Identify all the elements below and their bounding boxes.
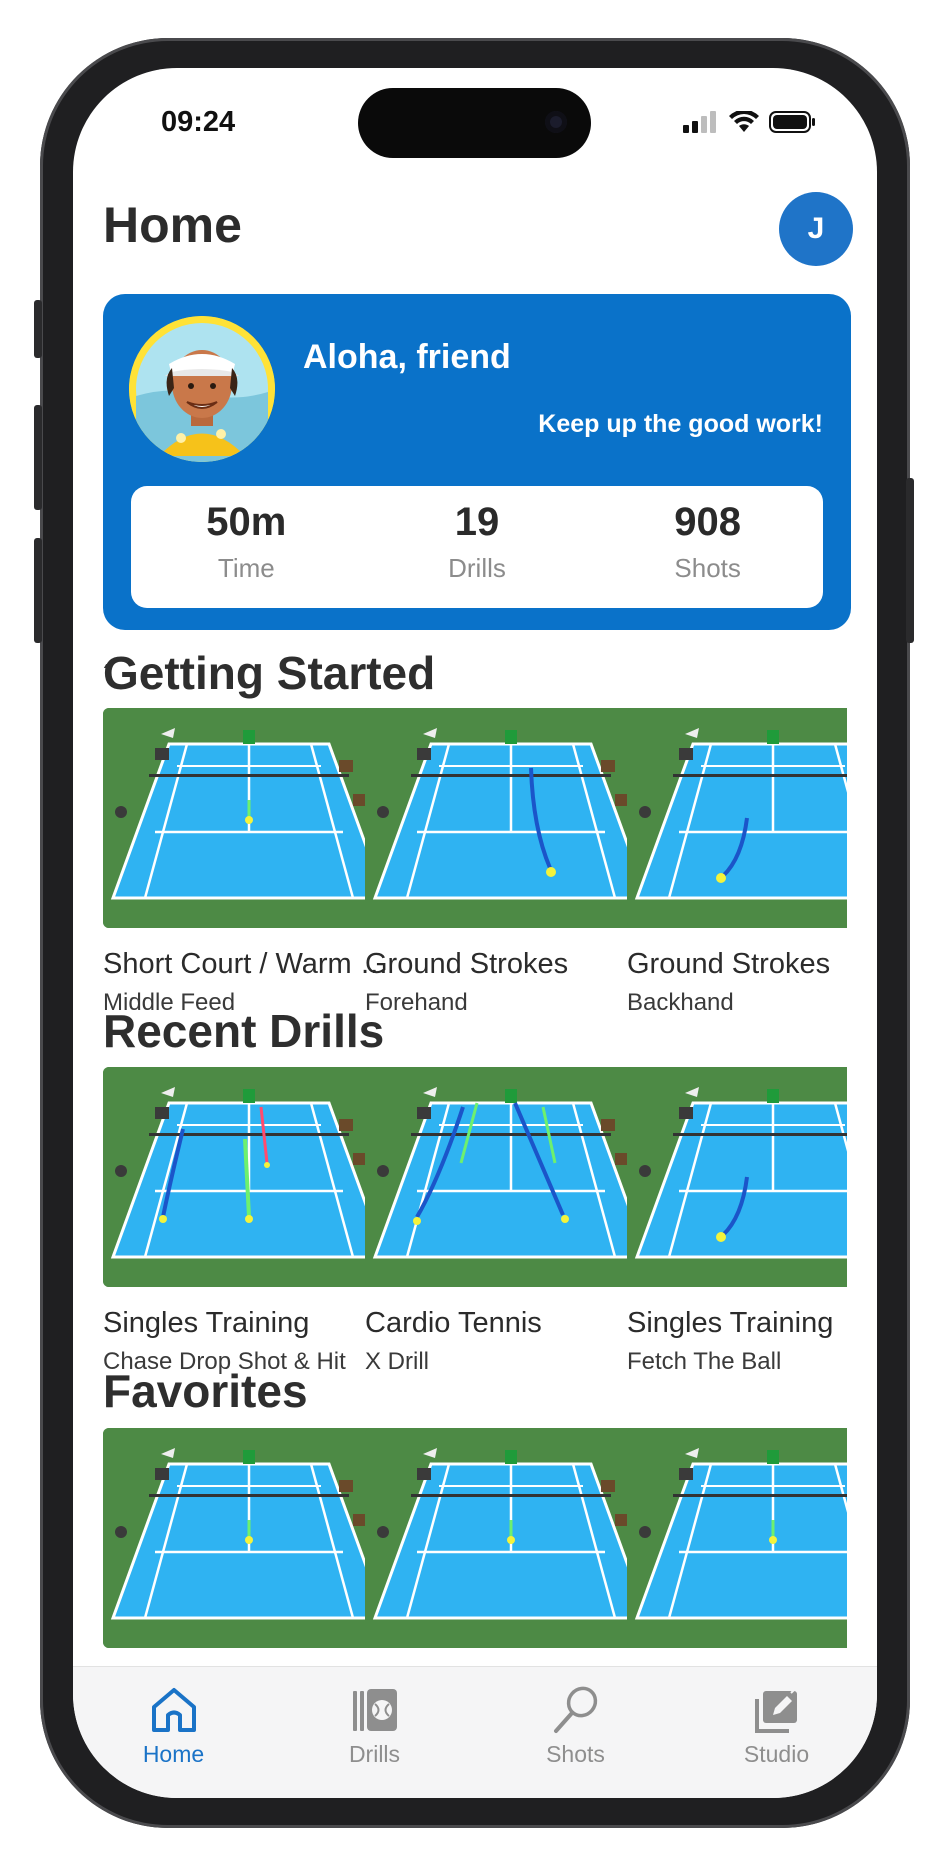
section-title-favorites: Favorites: [103, 1365, 308, 1417]
drill-title: Cardio Tennis: [365, 1307, 542, 1339]
dynamic-island: [358, 88, 591, 158]
stat-time: 50m Time: [131, 486, 362, 608]
drill-thumbnail: [627, 1428, 847, 1648]
drill-thumbnail: [103, 1428, 395, 1648]
drill-card[interactable]: [103, 1428, 395, 1648]
stat-drills: 19 Drills: [362, 486, 593, 608]
drill-title: Ground Strokes: [627, 948, 831, 980]
drill-thumbnail: [365, 1428, 657, 1648]
drill-card[interactable]: Ground Strokes Forehand: [365, 708, 657, 1017]
drill-title: Ground Strokes: [365, 948, 569, 980]
drill-subtitle: Backhand: [627, 989, 734, 1016]
coach-avatar-image: [129, 316, 275, 462]
drill-subtitle: X Drill: [365, 1348, 429, 1375]
drill-title: Singles Training: [103, 1307, 310, 1339]
tab-label: Shots: [546, 1741, 605, 1767]
camera-icon: [545, 111, 567, 133]
drill-card[interactable]: Singles Training Chase Drop Shot & Hit: [103, 1067, 395, 1376]
tab-studio[interactable]: Studio: [676, 1667, 877, 1798]
encouragement-text: Keep up the good work!: [538, 410, 823, 438]
tab-bar: Home Drills Shots Studio: [73, 1666, 877, 1798]
welcome-card: Aloha, friend Keep up the good work! 50m…: [103, 294, 851, 630]
drill-card[interactable]: [365, 1428, 657, 1648]
getting-started-row[interactable]: Short Court / Warm Up Middle Feed Ground…: [103, 708, 847, 1038]
drill-title: Short Court / Warm Up: [103, 948, 395, 980]
drill-thumbnail: [103, 1067, 395, 1287]
drill-thumbnail: [627, 708, 847, 928]
stat-value: 50m: [206, 500, 287, 544]
mute-switch: [34, 300, 42, 358]
screen: 09:24 Home J Aloha, friend Keep up the g…: [73, 68, 877, 1798]
volume-up-button: [34, 405, 42, 510]
stats-panel: 50m Time 19 Drills 908 Shots: [131, 486, 823, 608]
drill-thumbnail: [103, 708, 395, 928]
drill-thumbnail: [365, 708, 657, 928]
stat-shots: 908 Shots: [592, 486, 823, 608]
tab-label: Drills: [348, 1741, 401, 1767]
status-time: 09:24: [161, 106, 236, 138]
drill-subtitle: Forehand: [365, 989, 468, 1016]
studio-icon: [754, 1688, 797, 1733]
drill-card[interactable]: Ground Strokes Backhand: [627, 708, 847, 1017]
drill-thumbnail: [365, 1067, 657, 1287]
stat-label: Shots: [674, 553, 741, 583]
drill-card[interactable]: Singles Training Fetch The Ball: [627, 1067, 847, 1376]
tab-shots[interactable]: Shots: [475, 1667, 676, 1798]
drill-card[interactable]: [627, 1428, 847, 1648]
profile-avatar[interactable]: J: [779, 192, 853, 266]
racket-icon: [553, 1686, 597, 1733]
recent-drills-row[interactable]: Singles Training Chase Drop Shot & Hit C…: [103, 1067, 847, 1397]
battery-icon: [769, 111, 815, 133]
stat-label: Drills: [448, 553, 506, 583]
tab-label: Home: [142, 1741, 205, 1767]
volume-down-button: [34, 538, 42, 643]
drills-icon: [352, 1689, 397, 1731]
home-icon: [151, 1688, 196, 1732]
status-icons: [683, 110, 817, 134]
power-button: [906, 478, 914, 643]
drill-card[interactable]: Cardio Tennis X Drill: [365, 1067, 657, 1376]
page-title: Home: [103, 197, 242, 253]
wifi-icon: [729, 111, 759, 132]
drill-card[interactable]: Short Court / Warm Up Middle Feed: [103, 708, 395, 1017]
drill-subtitle: Fetch The Ball: [627, 1348, 782, 1375]
section-title-getting-started: Getting Started: [103, 647, 436, 699]
section-title-recent-drills: Recent Drills: [103, 1005, 385, 1057]
signal-icon: [683, 111, 716, 133]
tab-label: Studio: [743, 1741, 810, 1767]
drill-thumbnail: [627, 1067, 847, 1287]
tab-home[interactable]: Home: [73, 1667, 274, 1798]
stat-label: Time: [217, 553, 275, 583]
greeting-text: Aloha, friend: [303, 338, 511, 376]
stat-value: 19: [454, 500, 500, 544]
drill-title: Singles Training: [627, 1307, 834, 1339]
tab-drills[interactable]: Drills: [274, 1667, 475, 1798]
stat-value: 908: [674, 500, 742, 544]
